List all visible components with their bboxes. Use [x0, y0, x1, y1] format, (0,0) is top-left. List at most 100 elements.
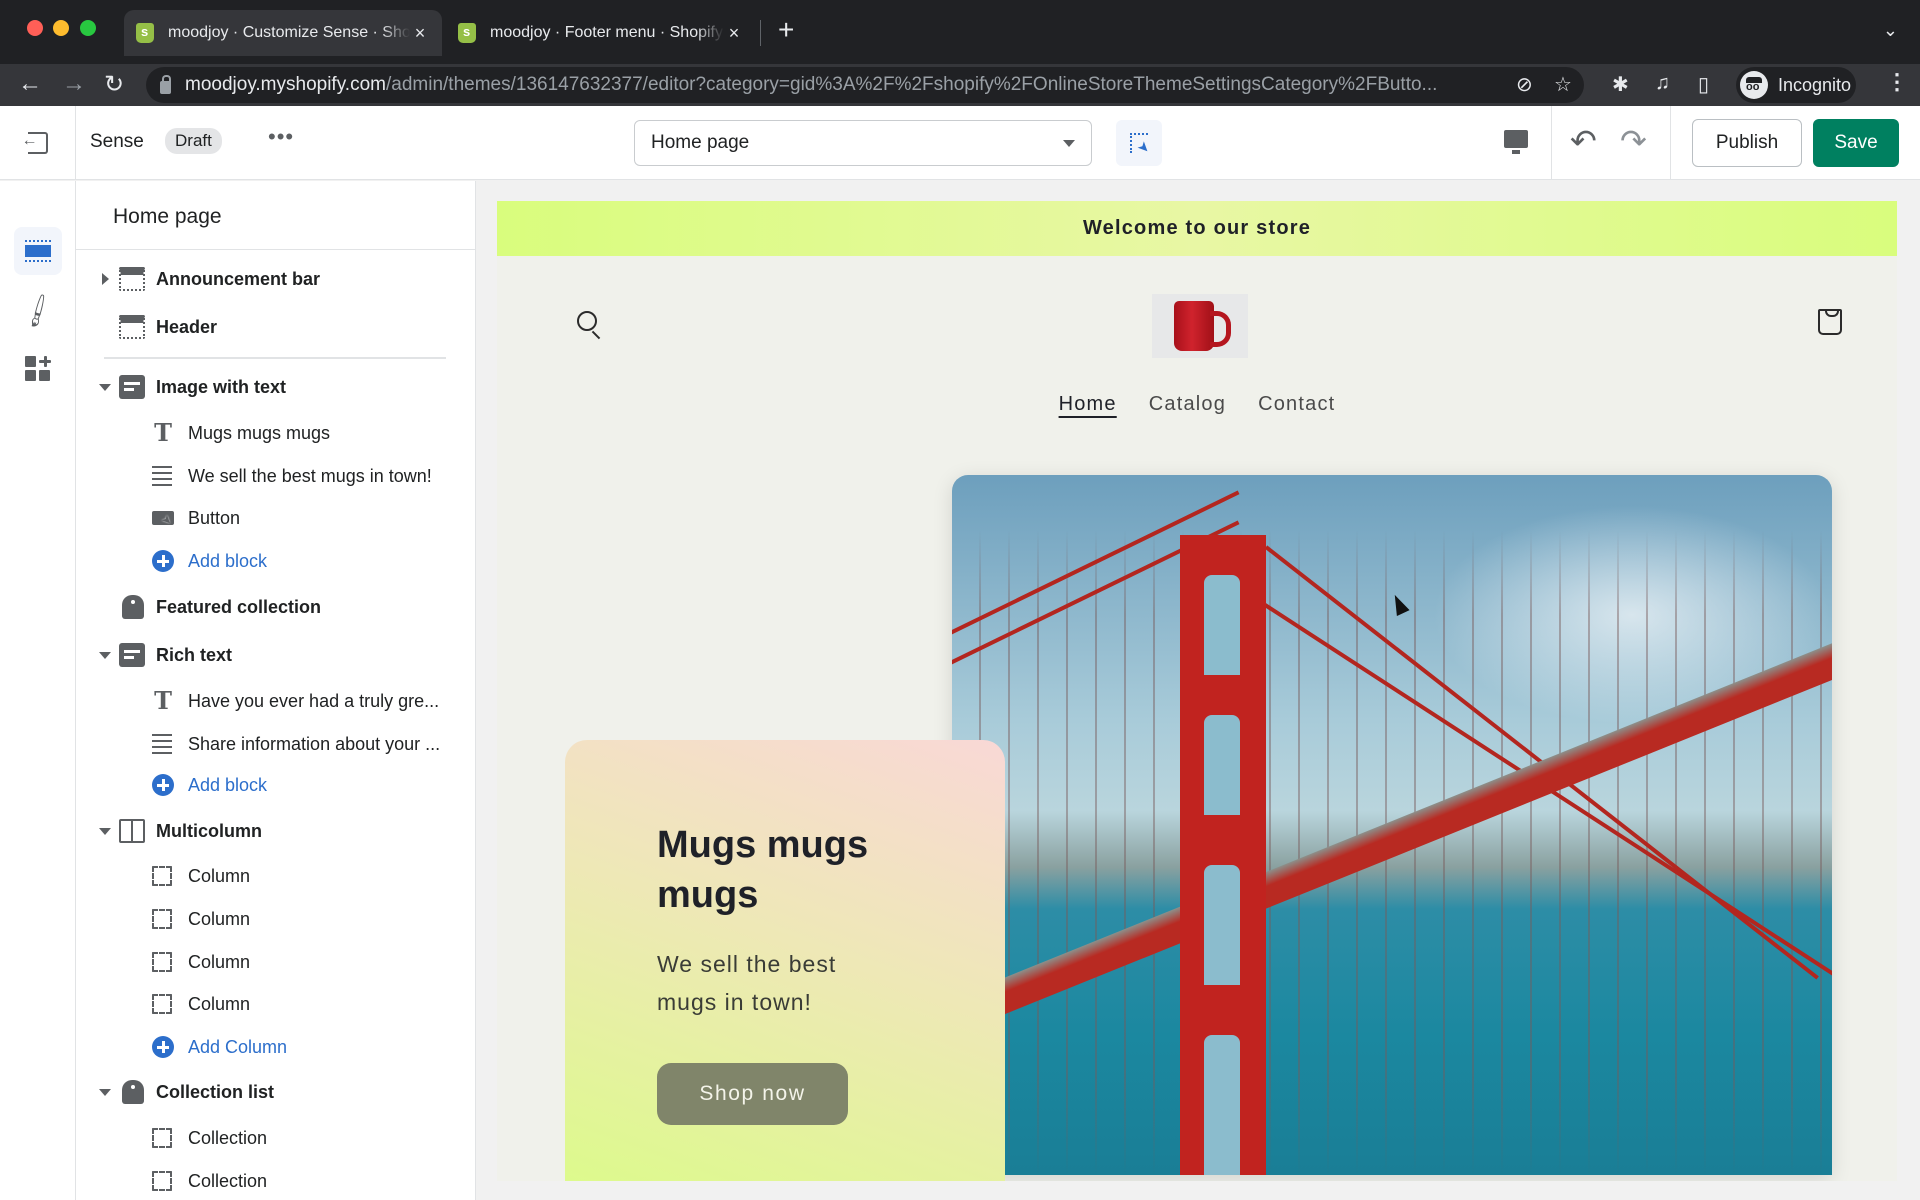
block-collection[interactable]: Collection — [76, 1161, 466, 1200]
section-header[interactable]: Header — [76, 307, 466, 347]
add-block-button[interactable]: Add block — [76, 765, 466, 805]
chevron-down-icon[interactable] — [99, 827, 111, 835]
chevron-right-icon[interactable] — [102, 273, 109, 285]
side-panel-icon[interactable]: ▯ — [1698, 72, 1709, 97]
incognito-profile-button[interactable]: Incognito — [1736, 67, 1856, 103]
window-close-button[interactable] — [27, 20, 43, 36]
block-button[interactable]: Button — [76, 498, 466, 538]
nav-link-home[interactable]: Home — [1059, 393, 1117, 416]
save-button[interactable]: Save — [1813, 119, 1899, 167]
block-column[interactable]: Column — [76, 984, 466, 1024]
section-label: Header — [156, 316, 218, 337]
block-label: Share information about your ... — [188, 733, 441, 754]
chevron-down-icon[interactable] — [99, 1088, 111, 1096]
theme-settings-nav-button[interactable]: 🖌 — [14, 287, 62, 335]
browser-toolbar: ← → ↻ moodjoy.myshopify.com/admin/themes… — [0, 64, 1920, 106]
block-column[interactable]: Column — [76, 856, 466, 896]
block-label: Collection — [188, 1127, 268, 1148]
add-block-label: Add block — [188, 774, 268, 795]
tab-close-icon[interactable]: × — [410, 23, 430, 44]
nav-link-contact[interactable]: Contact — [1258, 393, 1335, 416]
panel-title: Home page — [113, 205, 222, 228]
page-selector[interactable]: Home page — [634, 120, 1092, 166]
shopify-favicon-icon — [136, 23, 154, 43]
block-column[interactable]: Column — [76, 942, 466, 982]
app-embeds-nav-button[interactable] — [14, 345, 62, 393]
add-block-button[interactable]: Add block — [76, 541, 466, 581]
page-selector-value: Home page — [651, 132, 750, 153]
browser-tab-customize[interactable]: moodjoy · Customize Sense · Shopify × — [124, 10, 442, 56]
undo-button[interactable]: ↶ — [1570, 122, 1597, 160]
shop-now-button[interactable]: Shop now — [657, 1063, 848, 1125]
profile-label: Incognito — [1778, 74, 1852, 95]
block-label: Mugs mugs mugs — [188, 422, 331, 443]
block-label: Column — [188, 908, 251, 929]
announcement-bar[interactable]: Welcome to our store — [497, 201, 1897, 256]
publish-button[interactable]: Publish — [1692, 119, 1802, 167]
reload-button[interactable]: ↻ — [104, 70, 124, 99]
back-button[interactable]: ← — [18, 70, 42, 98]
address-bar[interactable]: moodjoy.myshopify.com/admin/themes/13614… — [146, 67, 1584, 103]
image-with-text-card: Mugs mugs mugs We sell the best mugs in … — [565, 740, 1005, 1181]
exit-editor-button[interactable] — [0, 106, 76, 180]
status-badge: Draft — [165, 128, 222, 154]
block-label: Collection — [188, 1170, 268, 1191]
window-zoom-button[interactable] — [80, 20, 96, 36]
browser-menu-icon[interactable]: ⋮ — [1886, 69, 1908, 95]
section-collection-list[interactable]: Collection list — [76, 1072, 466, 1112]
chevron-down-icon[interactable] — [99, 651, 111, 659]
hero-text: We sell the best mugs in town! — [657, 951, 837, 1015]
search-icon[interactable] — [577, 311, 597, 331]
section-announcement-bar[interactable]: Announcement bar — [76, 259, 466, 299]
add-apps-icon — [25, 356, 51, 382]
block-collection[interactable]: Collection — [76, 1118, 466, 1158]
section-label: Announcement bar — [156, 268, 321, 289]
block-label: We sell the best mugs in town! — [188, 465, 432, 486]
sections-nav-button[interactable] — [14, 227, 62, 275]
editor-nav-rail: 🖌 — [0, 181, 76, 1200]
header-section-icon — [119, 267, 145, 291]
mug-logo-icon — [1174, 301, 1231, 351]
section-multicolumn[interactable]: Multicolumn — [76, 811, 466, 851]
add-column-button[interactable]: Add Column — [76, 1027, 466, 1067]
block-heading[interactable]: T Mugs mugs mugs — [76, 413, 466, 453]
block-text[interactable]: Share information about your ... — [76, 724, 466, 764]
section-rich-text[interactable]: Rich text — [76, 635, 466, 675]
hero-image-golden-gate-bridge — [952, 475, 1832, 1175]
section-featured-collection[interactable]: Featured collection — [76, 587, 466, 627]
tab-search-chevron-icon[interactable]: ⌄ — [1883, 20, 1898, 41]
media-control-icon[interactable]: ♫ — [1655, 72, 1670, 95]
store-nav: Home Catalog Contact — [497, 393, 1897, 416]
add-block-label: Add block — [188, 550, 268, 571]
chevron-down-icon[interactable] — [99, 383, 111, 391]
paragraph-icon — [152, 734, 172, 754]
storefront-preview[interactable]: Welcome to our store Home Catalog Contac… — [497, 201, 1897, 1181]
frame-icon — [152, 1128, 172, 1148]
forward-button[interactable]: → — [62, 70, 86, 98]
window-minimize-button[interactable] — [53, 20, 69, 36]
redo-button[interactable]: ↷ — [1620, 122, 1647, 160]
cart-icon[interactable] — [1818, 309, 1842, 335]
block-heading[interactable]: T Have you ever had a truly gre... — [76, 681, 466, 721]
new-tab-button[interactable]: + — [778, 14, 794, 46]
section-image-with-text[interactable]: Image with text — [76, 367, 466, 407]
divider — [104, 357, 446, 359]
block-text[interactable]: We sell the best mugs in town! — [76, 456, 466, 496]
desktop-view-button[interactable] — [1500, 126, 1532, 160]
more-actions-button[interactable]: ••• — [268, 124, 294, 150]
bookmark-star-icon[interactable]: ☆ — [1554, 72, 1572, 97]
nav-link-catalog[interactable]: Catalog — [1149, 393, 1226, 416]
block-label: Column — [188, 993, 251, 1014]
store-logo[interactable] — [1152, 294, 1248, 358]
divider — [76, 249, 475, 250]
tab-close-icon[interactable]: × — [724, 23, 744, 44]
columns-icon — [119, 819, 145, 843]
extensions-icon[interactable]: ✱ — [1612, 72, 1629, 97]
browser-tab-footer-menu[interactable]: moodjoy · Footer menu · Shopify × — [446, 10, 756, 56]
heading-icon: T — [154, 418, 172, 447]
inspector-toggle-button[interactable] — [1116, 120, 1162, 166]
shopify-favicon-icon — [458, 23, 476, 43]
section-label: Multicolumn — [156, 820, 262, 841]
block-column[interactable]: Column — [76, 899, 466, 939]
tracking-protection-icon[interactable]: ⊘ — [1516, 72, 1533, 97]
